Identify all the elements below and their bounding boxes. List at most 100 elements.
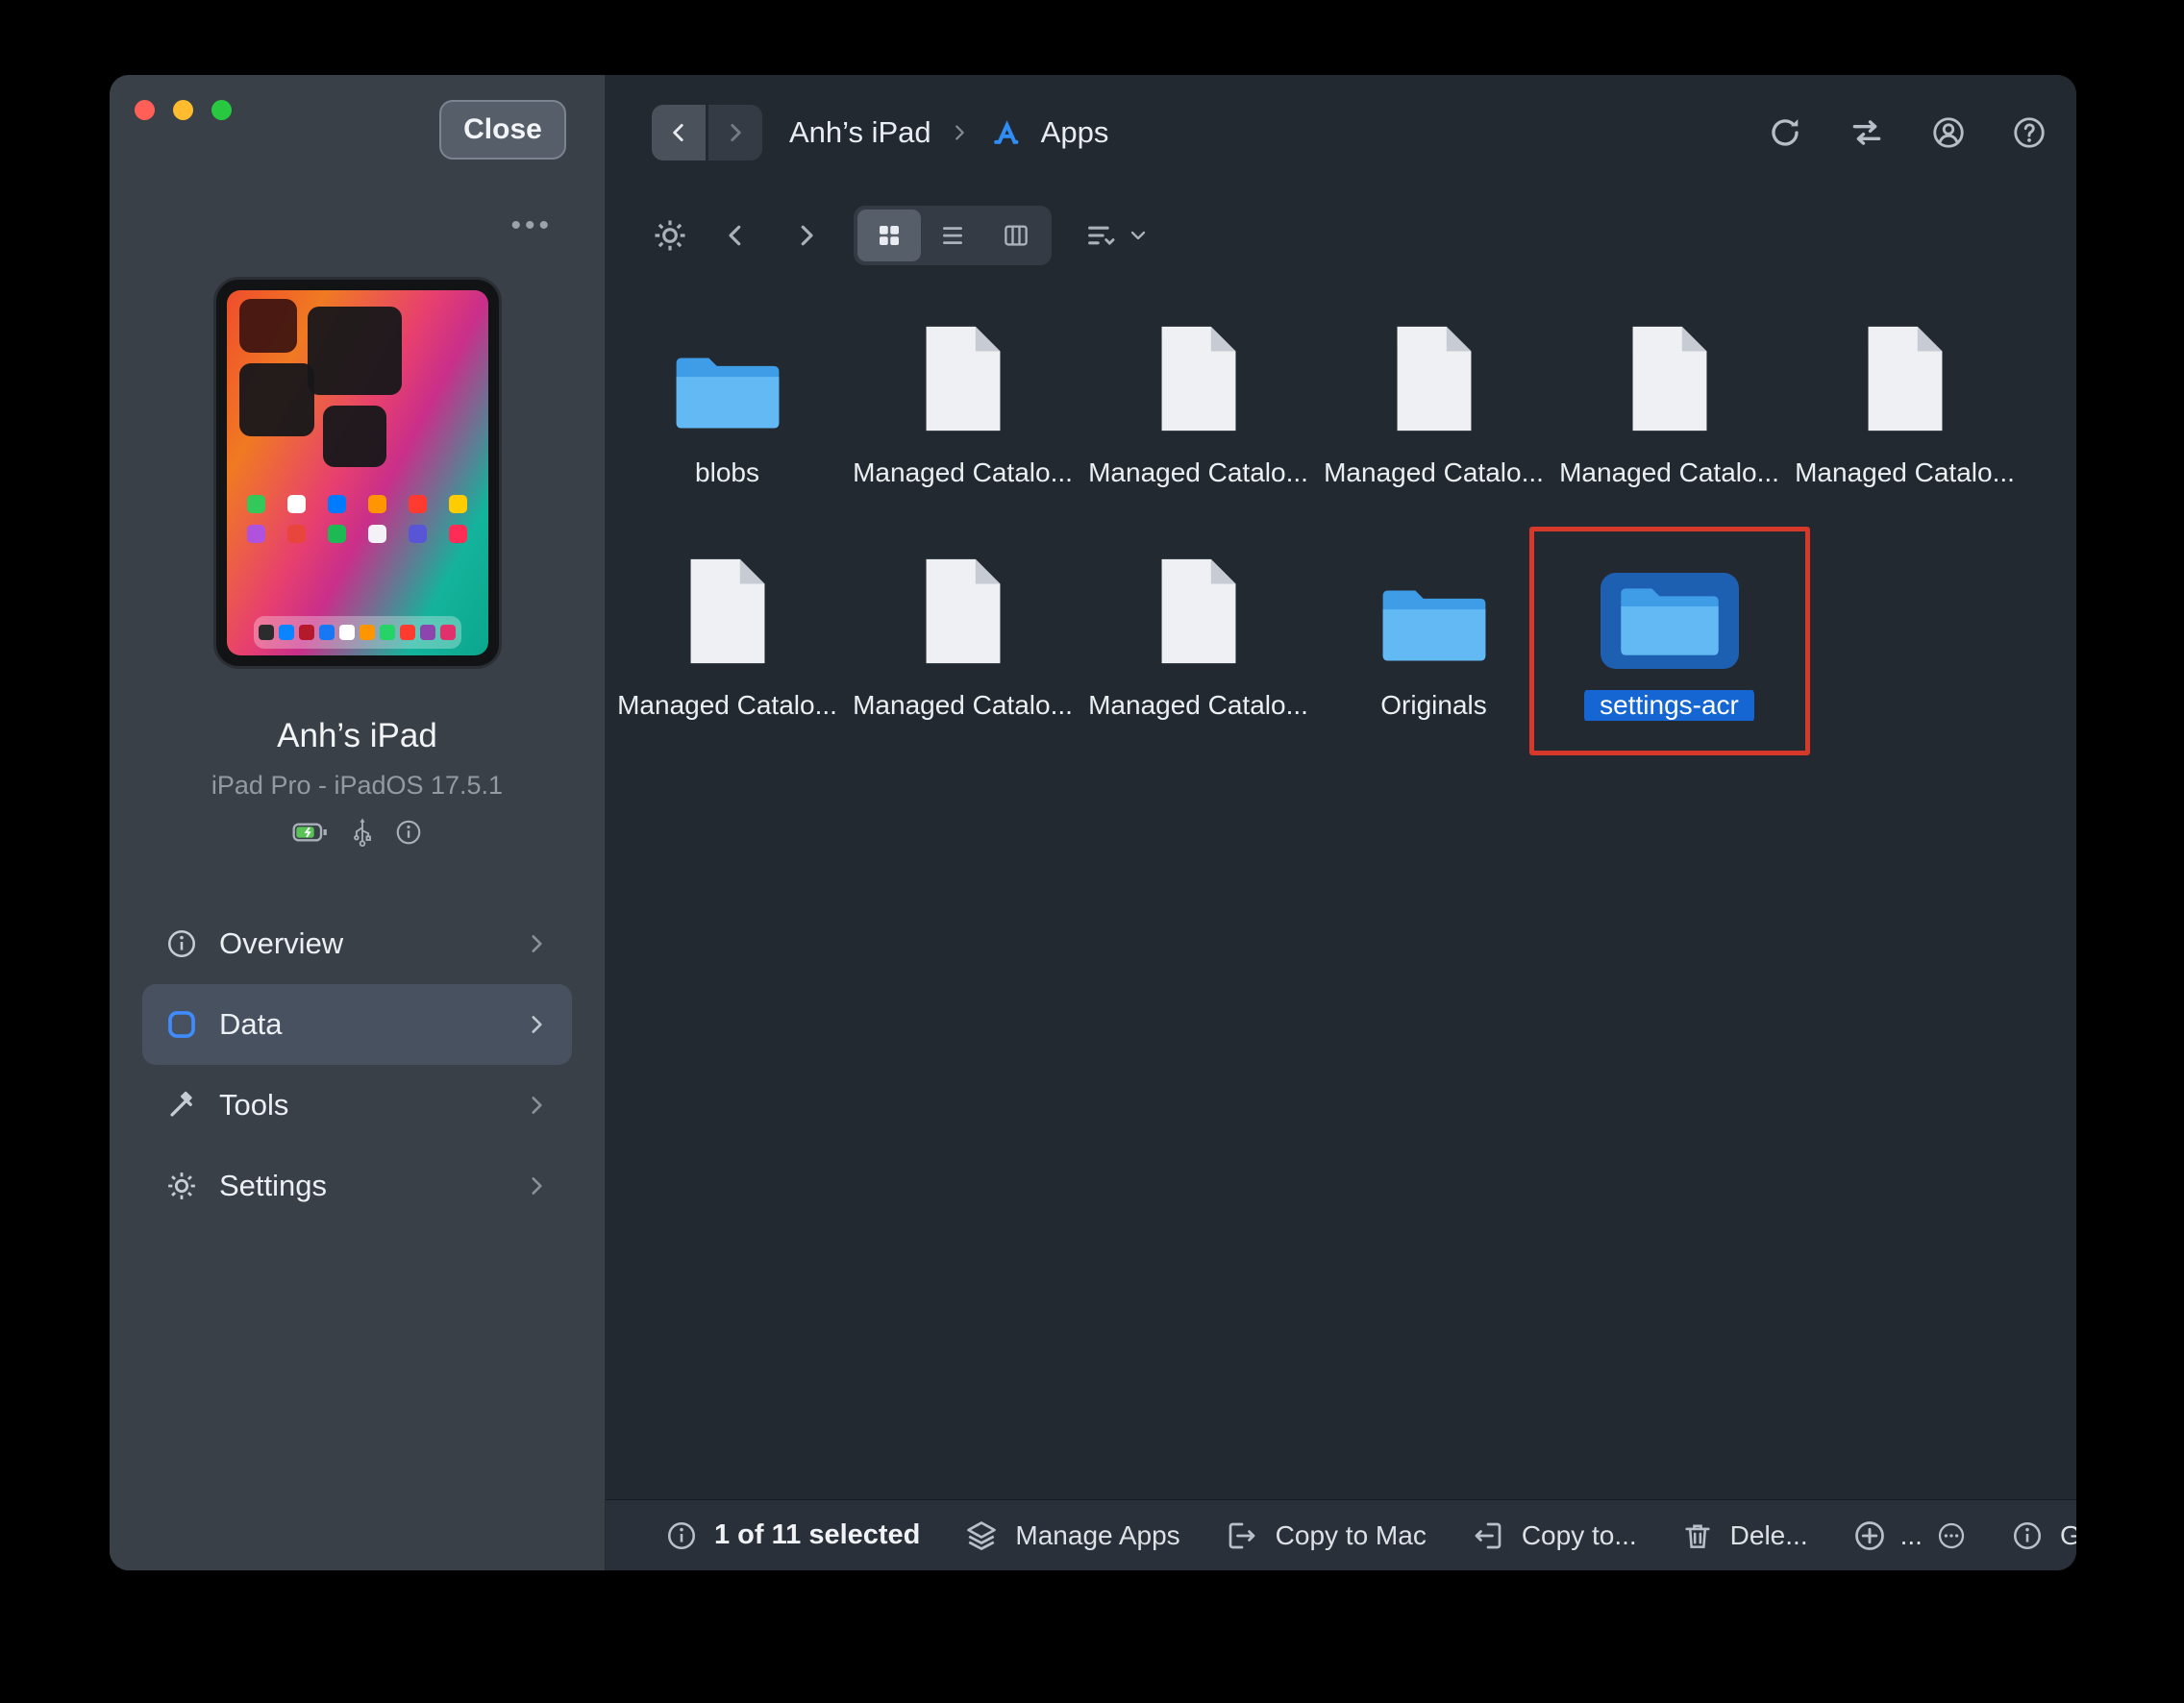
info-icon[interactable] <box>665 1519 698 1552</box>
document-icon <box>1389 315 1479 436</box>
file-item-document[interactable]: Managed Catalo... <box>845 548 1080 721</box>
info-icon[interactable] <box>394 818 423 847</box>
chevron-right-icon <box>524 931 549 956</box>
folder-icon <box>671 315 784 436</box>
forward-button[interactable] <box>708 105 762 160</box>
manage-apps-action[interactable]: Manage Apps <box>964 1518 1179 1553</box>
device-preview <box>213 277 502 669</box>
file-name: Managed Catalo... <box>853 690 1073 721</box>
tools-icon <box>165 1089 219 1122</box>
device-name: Anh’s iPad <box>110 717 605 755</box>
file-item-document[interactable]: Managed Catalo... <box>1316 315 1551 488</box>
main-panel: Anh’s iPad Apps <box>606 75 2076 1570</box>
document-icon <box>1154 548 1244 669</box>
file-name: Managed Catalo... <box>1324 457 1544 488</box>
group-by-icon <box>1084 219 1117 252</box>
ellipsis-circle-icon[interactable] <box>1936 1520 1967 1551</box>
top-toolbar: Anh’s iPad Apps <box>652 104 2048 161</box>
list-view-button[interactable] <box>921 210 984 261</box>
sidebar-item-overview[interactable]: Overview <box>142 903 572 984</box>
file-item-blobs[interactable]: blobs <box>609 315 845 488</box>
file-item-document[interactable]: Managed Catalo... <box>609 548 845 721</box>
copy-to-mac-label: Copy to Mac <box>1276 1520 1427 1551</box>
document-icon <box>682 548 773 669</box>
copy-to-device-label: Copy to... <box>1522 1520 1637 1551</box>
help-icon[interactable] <box>2011 114 2048 151</box>
breadcrumb-section[interactable]: Apps <box>1041 115 1109 150</box>
delete-action[interactable]: Dele... <box>1681 1519 1808 1552</box>
sidebar: Close ••• Anh’s iPad iPad Pro - iPadOS 1… <box>110 75 606 1570</box>
app-window: Close ••• Anh’s iPad iPad Pro - iPadOS 1… <box>110 75 2076 1570</box>
sidebar-nav: Overview Data Tools <box>142 903 572 1226</box>
overview-info-icon <box>165 927 219 960</box>
group-sort-dropdown[interactable] <box>1084 219 1150 252</box>
breadcrumb-device[interactable]: Anh’s iPad <box>789 115 931 150</box>
file-name-selected: settings-acr <box>1584 690 1754 721</box>
file-item-settings-acr[interactable]: settings-acr <box>1551 548 1787 721</box>
status-bar: 1 of 11 selected Manage Apps Copy to Mac… <box>606 1499 2076 1570</box>
sidebar-item-settings[interactable]: Settings <box>142 1146 572 1226</box>
folder-icon <box>1377 548 1491 669</box>
minimize-window-button[interactable] <box>173 100 193 120</box>
file-item-originals[interactable]: Originals <box>1316 548 1551 721</box>
selection-count: 1 of 11 selected <box>714 1519 920 1551</box>
copy-to-mac-icon <box>1225 1518 1259 1553</box>
file-name: Managed Catalo... <box>1795 457 2015 488</box>
account-icon[interactable] <box>1930 114 1967 151</box>
view-toolbar <box>652 204 1150 267</box>
chevron-right-icon <box>949 122 970 143</box>
file-item-document[interactable]: Managed Catalo... <box>1787 315 2023 488</box>
file-name: Originals <box>1380 690 1486 721</box>
file-item-document[interactable]: Managed Catalo... <box>845 315 1080 488</box>
transfer-icon[interactable] <box>1848 114 1886 151</box>
manage-apps-label: Manage Apps <box>1015 1520 1179 1551</box>
refresh-icon[interactable] <box>1767 114 1803 151</box>
sidebar-item-data[interactable]: Data <box>142 984 572 1065</box>
sidebar-item-label: Overview <box>219 926 524 961</box>
document-icon <box>1625 315 1715 436</box>
nav-forward-icon[interactable] <box>792 221 821 250</box>
gear-icon <box>165 1170 219 1202</box>
usb-connection-icon <box>350 817 375 848</box>
wallpaper-widget <box>239 299 297 353</box>
document-icon <box>1154 315 1244 436</box>
wallpaper-widget <box>239 363 314 436</box>
sidebar-item-label: Settings <box>219 1169 524 1203</box>
folder-history-nav <box>721 221 821 250</box>
view-mode-segmented <box>854 206 1052 265</box>
copy-to-mac-action[interactable]: Copy to Mac <box>1225 1518 1427 1553</box>
file-name: Managed Catalo... <box>853 457 1073 488</box>
trash-icon <box>1681 1519 1714 1552</box>
zoom-window-button[interactable] <box>211 100 232 120</box>
battery-icon <box>292 819 331 846</box>
chevron-right-icon <box>524 1093 549 1118</box>
more-actions-label[interactable]: ... <box>1900 1520 1923 1551</box>
file-item-document[interactable]: Managed Catalo... <box>1080 548 1316 721</box>
nav-back-icon[interactable] <box>721 221 750 250</box>
back-button[interactable] <box>652 105 706 160</box>
column-view-button[interactable] <box>984 210 1048 261</box>
document-icon <box>1860 315 1950 436</box>
copy-to-device-action[interactable]: Copy to... <box>1471 1518 1637 1553</box>
wallpaper-app-icons <box>242 495 473 543</box>
file-row: Managed Catalo... Managed Catalo... Mana… <box>609 548 2076 721</box>
get-info-action[interactable]: Get... <box>2011 1519 2076 1552</box>
device-model-os: iPad Pro - iPadOS 17.5.1 <box>110 771 605 801</box>
close-device-button[interactable]: Close <box>439 100 566 160</box>
sidebar-item-tools[interactable]: Tools <box>142 1065 572 1146</box>
wallpaper-dock <box>254 616 461 649</box>
window-controls <box>135 100 232 120</box>
data-square-icon <box>165 1008 219 1041</box>
file-item-document[interactable]: Managed Catalo... <box>1551 315 1787 488</box>
file-item-document[interactable]: Managed Catalo... <box>1080 315 1316 488</box>
app-store-icon <box>987 114 1024 151</box>
close-window-button[interactable] <box>135 100 155 120</box>
wallpaper-widget <box>308 307 402 395</box>
selection-summary: 1 of 11 selected <box>665 1519 920 1552</box>
actions-gear-icon[interactable] <box>652 217 688 254</box>
plus-circle-icon[interactable] <box>1852 1518 1887 1553</box>
more-options-button[interactable]: ••• <box>510 210 553 242</box>
grid-view-button[interactable] <box>857 210 921 261</box>
document-icon <box>918 315 1008 436</box>
file-name: Managed Catalo... <box>1088 690 1308 721</box>
